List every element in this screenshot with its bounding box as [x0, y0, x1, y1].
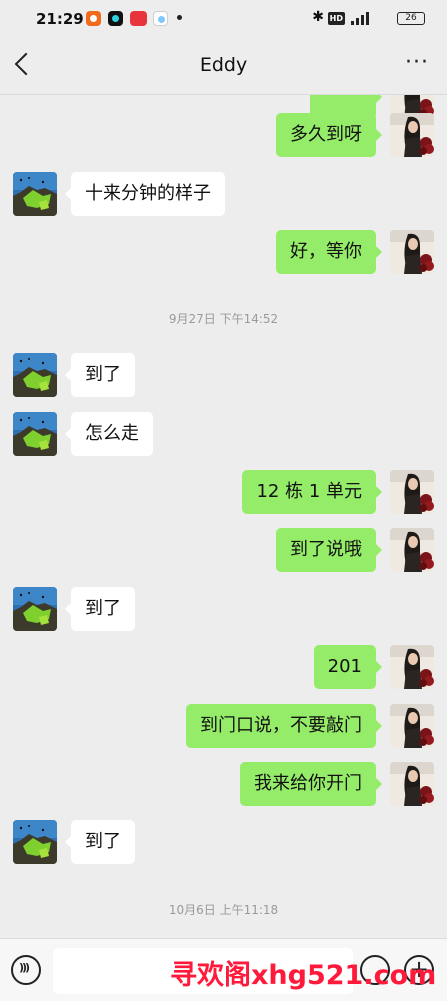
my-avatar[interactable]	[390, 230, 434, 274]
my-avatar[interactable]	[390, 113, 434, 157]
sent-bubble[interactable]: 到了说哦	[276, 528, 382, 572]
voice-icon[interactable]	[11, 955, 41, 985]
sent-bubble[interactable]: 201	[313, 645, 383, 689]
my-avatar[interactable]	[390, 528, 434, 572]
app-notification-icon	[86, 11, 101, 26]
sent-bubble[interactable]: 12 栋 1 单元	[242, 470, 382, 514]
my-avatar[interactable]	[390, 645, 434, 689]
more-notifications-dot-icon	[177, 15, 182, 20]
sent-bubble[interactable]: 多久到呀	[276, 113, 382, 157]
received-bubble[interactable]: 十来分钟的样子	[65, 172, 225, 216]
more-dots-icon[interactable]: ···	[405, 52, 429, 74]
my-avatar[interactable]	[390, 470, 434, 514]
input-bar: + 寻欢阁xhg521.com	[0, 938, 447, 1001]
received-bubble[interactable]: 到了	[65, 353, 135, 397]
received-bubble[interactable]: 怎么走	[65, 412, 153, 456]
received-bubble[interactable]: 到了	[65, 587, 135, 631]
received-bubble[interactable]: 到了	[65, 820, 135, 864]
contact-avatar[interactable]	[13, 172, 57, 216]
status-time: 21:29	[36, 10, 84, 28]
hd-badge: HD	[327, 12, 345, 25]
photos-notification-icon	[153, 11, 168, 26]
battery-icon: 26	[397, 12, 425, 25]
contact-avatar[interactable]	[13, 353, 57, 397]
bluetooth-icon: ✱	[312, 9, 324, 25]
sent-bubble[interactable]: 到门口说，不要敲门	[186, 704, 382, 748]
status-bar: 21:29 ✱ HD 26	[0, 0, 447, 38]
tiktok-notification-icon	[108, 11, 123, 26]
contact-avatar[interactable]	[13, 820, 57, 864]
time-divider: 10月6日 上午11:18	[168, 903, 279, 917]
contact-avatar[interactable]	[13, 412, 57, 456]
watermark-text: 寻欢阁xhg521.com	[170, 960, 437, 991]
signal-icon	[351, 11, 373, 25]
my-avatar[interactable]	[390, 762, 434, 806]
sent-bubble[interactable]: 好，等你	[276, 230, 382, 274]
message-list[interactable]: 多久到呀 十来分钟的样子 好，等你 9月27日 下午14:52 到了 怎么走 1…	[0, 95, 447, 938]
chat-header: Eddy ···	[0, 38, 447, 95]
sent-bubble[interactable]: 我来给你开门	[240, 762, 382, 806]
chat-title: Eddy	[199, 54, 248, 76]
system-status: ✱ HD 26	[295, 9, 425, 27]
my-avatar[interactable]	[390, 704, 434, 748]
time-divider: 9月27日 下午14:52	[168, 312, 279, 326]
video-app-notification-icon	[130, 11, 147, 26]
contact-avatar[interactable]	[13, 587, 57, 631]
